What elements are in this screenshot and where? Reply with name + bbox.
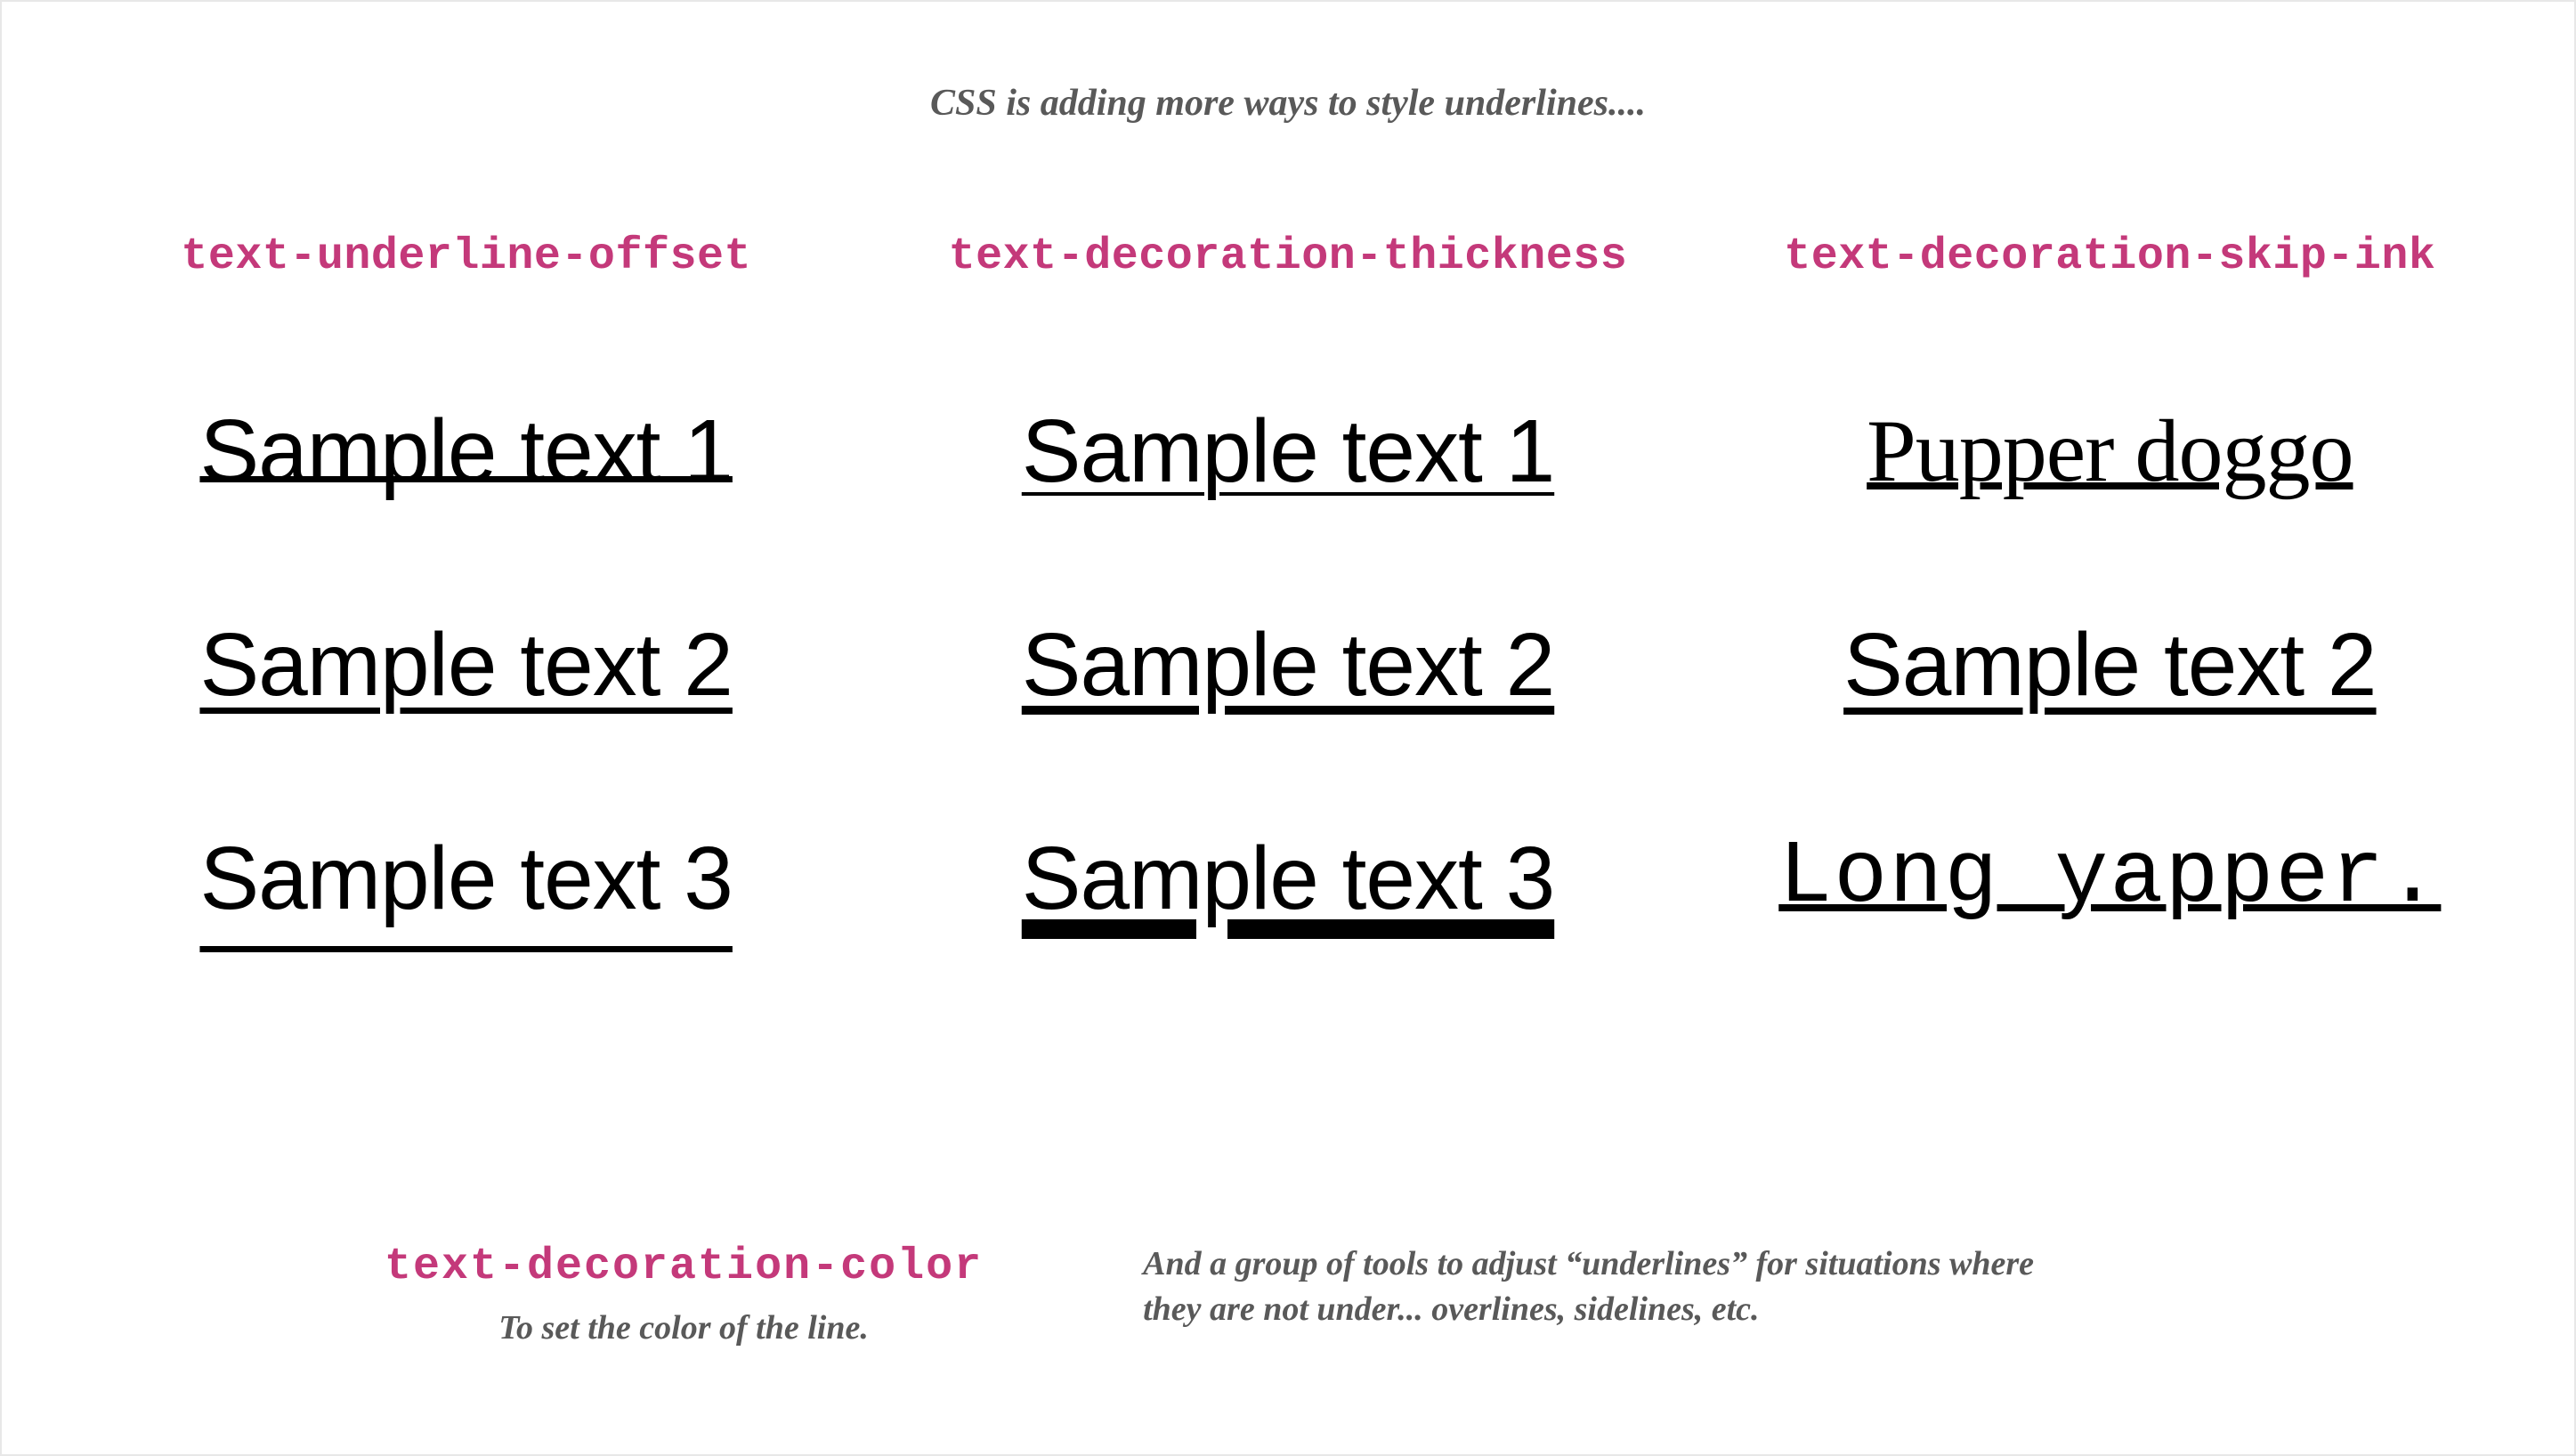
heading-text-decoration-skip-ink: text-decoration-skip-ink <box>1784 231 2435 282</box>
sample-offset-3: Sample text 3 <box>199 834 732 923</box>
column-thickness: text-decoration-thickness Sample text 1 … <box>903 231 1672 1242</box>
heading-text-decoration-thickness: text-decoration-thickness <box>949 231 1628 282</box>
column-offset: text-underline-offset Sample text 1 Samp… <box>82 231 850 1242</box>
footer-left: text-decoration-color To set the color o… <box>385 1242 983 1347</box>
columns-row: text-underline-offset Sample text 1 Samp… <box>82 231 2494 1242</box>
heading-text-decoration-color: text-decoration-color <box>385 1242 983 1292</box>
sample-thickness-1: Sample text 1 <box>1022 407 1554 496</box>
sample-skipink-3: Long yapper. <box>1778 834 2441 923</box>
heading-text-underline-offset: text-underline-offset <box>181 231 751 282</box>
sample-offset-2: Sample text 2 <box>199 620 732 709</box>
footer-subtitle: To set the color of the line. <box>385 1308 983 1347</box>
footer-note: And a group of tools to adjust “underlin… <box>1143 1242 2051 1333</box>
intro-text: CSS is adding more ways to style underli… <box>82 82 2494 125</box>
sample-offset-1: Sample text 1 <box>199 407 732 496</box>
sample-thickness-3: Sample text 3 <box>1022 834 1554 923</box>
column-skip-ink: text-decoration-skip-ink Pupper doggo Sa… <box>1726 231 2494 1242</box>
sample-skipink-1: Pupper doggo <box>1867 407 2353 496</box>
sample-skipink-2: Sample text 2 <box>1843 620 2376 709</box>
footer-row: text-decoration-color To set the color o… <box>82 1242 2494 1401</box>
slide: CSS is adding more ways to style underli… <box>0 0 2576 1456</box>
sample-thickness-2: Sample text 2 <box>1022 620 1554 709</box>
